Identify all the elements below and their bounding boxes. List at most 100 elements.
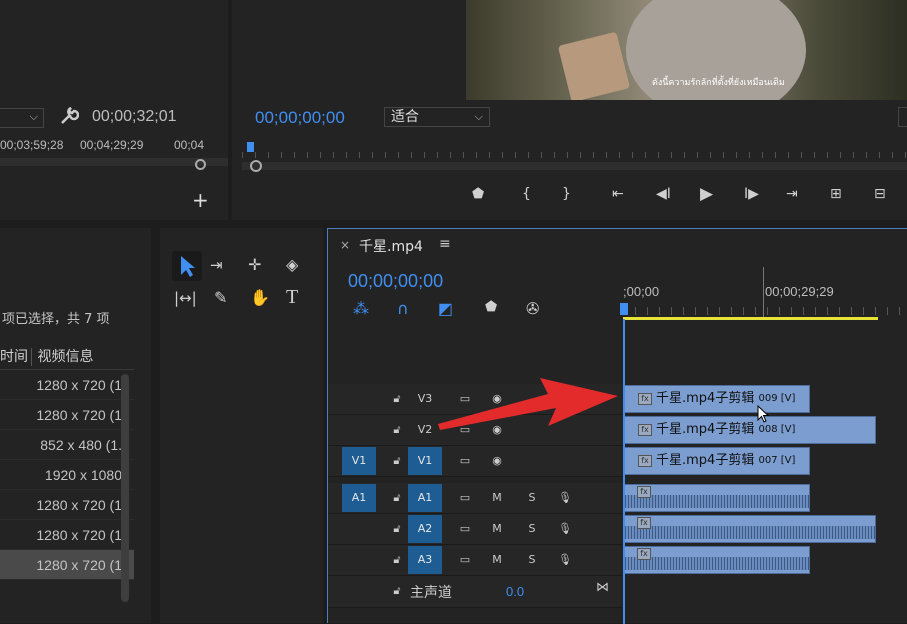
chevron-down-icon: ⌵ (29, 110, 38, 123)
playhead-marker-icon[interactable] (247, 142, 254, 152)
clip-007[interactable]: fx 千星.mp4子剪辑 007 [V] (624, 447, 810, 475)
microphone-icon[interactable]: 🎙︎ (548, 546, 582, 574)
type-tool-icon[interactable]: T (286, 286, 298, 309)
project-panel: 项已选择，共 7 项 时间 视频信息 1280 x 720 (1 1280 x … (0, 228, 151, 623)
program-dropdown-edge[interactable] (898, 107, 907, 127)
source-patch-v1[interactable]: V1 (342, 447, 376, 475)
fx-badge-icon: fx (638, 393, 652, 405)
scrub-handle-icon[interactable] (250, 160, 262, 172)
timeline-ruler[interactable]: ;00;00 00;00;29;29 (620, 267, 907, 321)
table-row[interactable]: 1280 x 720 (1 (0, 490, 134, 520)
track-select-tool-icon[interactable]: ⇥ (210, 256, 223, 274)
play-icon[interactable]: ▶ (700, 184, 713, 204)
slip-tool-icon[interactable]: |↔| (174, 289, 197, 307)
project-table: 时间 视频信息 1280 x 720 (1 1280 x 720 (1 852 … (0, 344, 134, 614)
clip-009[interactable]: fx 千星.mp4子剪辑 009 [V] (624, 385, 810, 413)
mute-button[interactable]: M (480, 546, 514, 574)
fx-badge-icon: fx (638, 424, 652, 436)
add-icon[interactable]: + (192, 188, 209, 212)
source-patch-a1[interactable]: A1 (342, 484, 376, 512)
add-marker-icon[interactable]: ⬟ (472, 186, 484, 202)
solo-button[interactable]: S (515, 515, 549, 543)
tab-close-icon[interactable]: × (340, 238, 350, 252)
table-row[interactable]: 852 x 480 (1. (0, 430, 134, 460)
linked-selection-icon[interactable]: ◩ (438, 299, 453, 318)
track-label-a1[interactable]: A1 (408, 484, 442, 512)
timeline-timecode[interactable]: 00;00;00;00 (348, 271, 443, 292)
eye-icon[interactable]: ◉ (480, 447, 514, 475)
table-row[interactable]: 1920 x 1080 (0, 460, 134, 490)
add-marker-icon[interactable]: ⬟ (485, 299, 497, 315)
ruler-mid-label: 00;00;29;29 (765, 284, 834, 299)
solo-button[interactable]: S (515, 484, 549, 512)
source-dropdown[interactable]: ⌵ (0, 108, 44, 128)
fit-label: 适合 (391, 109, 419, 125)
column-time[interactable]: 时间 (0, 349, 28, 365)
playhead-line (623, 319, 625, 624)
pen-tool-icon[interactable]: ✎ (214, 288, 227, 307)
work-area-bar[interactable] (623, 317, 878, 320)
go-to-in-icon[interactable]: ⇤ (612, 186, 624, 202)
microphone-icon[interactable]: 🎙︎ (548, 484, 582, 512)
step-back-icon[interactable]: ◀I (656, 186, 671, 202)
table-row[interactable]: 1280 x 720 (1 (0, 550, 134, 580)
razor-tool-icon[interactable]: ◈ (286, 255, 298, 274)
sync-lock-icon[interactable]: ▭ (448, 546, 482, 574)
nest-sequence-icon[interactable]: ⁂ (353, 299, 369, 318)
lift-icon[interactable]: ⊞ (830, 186, 842, 202)
tab-sequence[interactable]: 千星.mp4 (359, 236, 423, 256)
program-ruler[interactable] (242, 138, 907, 178)
table-scrollbar[interactable] (121, 374, 129, 602)
settings-wrench-icon[interactable]: ✇ (526, 299, 539, 318)
mark-out-icon[interactable]: } (562, 186, 571, 202)
step-forward-icon[interactable]: I▶ (744, 186, 759, 202)
track-label-a2[interactable]: A2 (408, 515, 442, 543)
hand-tool-icon[interactable]: ✋ (250, 288, 270, 307)
fx-badge-icon: fx (637, 548, 651, 560)
ripple-edit-tool-icon[interactable]: ✛ (248, 255, 261, 274)
extract-icon[interactable]: ⊟ (874, 186, 886, 202)
lock-icon[interactable]: 🔓︎ (380, 577, 414, 605)
program-video-frame: ดังนี้ความรักลักที่ตั้งที่ยังเหมือนเดิม (466, 0, 907, 100)
chevron-down-icon: ⌵ (474, 110, 483, 123)
solo-button[interactable]: S (515, 546, 549, 574)
table-row[interactable]: 1280 x 720 (1 (0, 370, 134, 400)
clip-name: 千星.mp4子剪辑 (656, 453, 755, 468)
source-monitor-panel: ⌵ 00;00;32;01 00;03;59;28 00;04;29;29 00… (0, 0, 228, 220)
program-timecode[interactable]: 00;00;00;00 (255, 108, 345, 128)
source-duration: 00;00;32;01 (92, 108, 177, 125)
sync-lock-icon[interactable]: ▭ (448, 484, 482, 512)
scrub-handle-icon[interactable] (195, 159, 206, 170)
mute-button[interactable]: M (480, 484, 514, 512)
column-video-info[interactable]: 视频信息 (37, 349, 93, 365)
fit-dropdown[interactable]: 适合 ⌵ (384, 107, 490, 127)
ruler-label: 00;04 (174, 138, 205, 152)
track-label-a3[interactable]: A3 (408, 546, 442, 574)
microphone-icon[interactable]: 🎙︎ (548, 515, 582, 543)
clip-tag: 007 [V] (758, 455, 796, 466)
playhead-marker-icon[interactable] (620, 303, 628, 315)
go-to-out-icon[interactable]: ⇥ (786, 186, 798, 202)
sync-lock-icon[interactable]: ▭ (448, 447, 482, 475)
master-track-label: 主声道 (410, 585, 452, 601)
mark-in-icon[interactable]: { (522, 186, 531, 202)
snap-magnet-icon[interactable]: ∩ (397, 299, 409, 318)
audio-clip-a1[interactable]: fx (624, 484, 810, 512)
wrench-icon[interactable] (58, 106, 80, 128)
ruler-label: 00;04;29;29 (80, 138, 144, 152)
selection-tool-icon[interactable] (172, 251, 202, 281)
tools-panel: ⇥ ✛ ◈ |↔| ✎ ✋ T (160, 228, 323, 623)
table-row[interactable]: 1280 x 720 (1 (0, 520, 134, 550)
audio-clip-a3[interactable]: fx (624, 546, 810, 574)
mute-button[interactable]: M (480, 515, 514, 543)
master-volume-value[interactable]: 0.0 (506, 584, 524, 599)
source-ruler[interactable]: 00;03;59;28 00;04;29;29 00;04 (0, 134, 228, 174)
tab-menu-icon[interactable]: ≡ (439, 236, 451, 252)
master-meter-icon[interactable]: ⋈ (596, 580, 609, 595)
track-row-a1: A1 🔓︎ A1 ▭ M S 🎙︎ (328, 483, 623, 514)
sync-lock-icon[interactable]: ▭ (448, 515, 482, 543)
track-label-v1[interactable]: V1 (408, 447, 442, 475)
clip-008[interactable]: fx 千星.mp4子剪辑 008 [V] (624, 416, 876, 444)
audio-clip-a2[interactable]: fx (624, 515, 876, 543)
table-row[interactable]: 1280 x 720 (1 (0, 400, 134, 430)
